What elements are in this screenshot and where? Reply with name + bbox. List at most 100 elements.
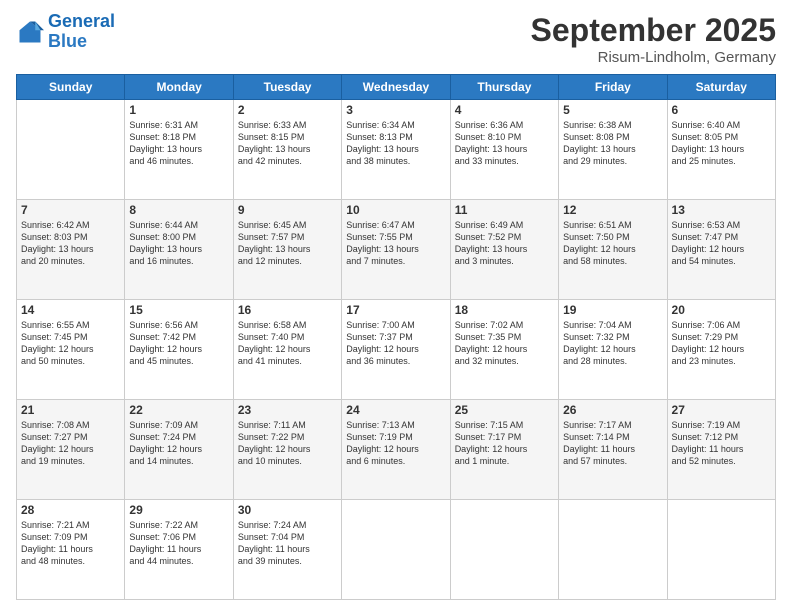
cell-info: Sunrise: 6:42 AM Sunset: 8:03 PM Dayligh…	[21, 219, 120, 268]
calendar-cell: 26Sunrise: 7:17 AM Sunset: 7:14 PM Dayli…	[559, 400, 667, 500]
calendar-cell: 21 Sunrise: 7:08 AM Sunset: 7:27 PM Dayli…	[17, 400, 125, 500]
day-number: 13	[672, 203, 771, 217]
day-number: 30	[238, 503, 337, 517]
calendar-cell: 3 Sunrise: 6:34 AM Sunset: 8:13 PM Daylig…	[342, 100, 450, 200]
cell-info: Sunrise: 6:33 AM Sunset: 8:15 PM Dayligh…	[238, 119, 337, 168]
calendar-cell: 6 Sunrise: 6:40 AM Sunset: 8:05 PM Daylig…	[667, 100, 775, 200]
cell-info: Sunrise: 6:44 AM Sunset: 8:00 PM Dayligh…	[129, 219, 228, 268]
day-number: 25	[455, 403, 554, 417]
cell-info: Sunrise: 6:31 AM Sunset: 8:18 PM Dayligh…	[129, 119, 228, 168]
calendar-cell: 5 Sunrise: 6:38 AM Sunset: 8:08 PM Daylig…	[559, 100, 667, 200]
cell-info: Sunrise: 7:22 AM Sunset: 7:06 PM Dayligh…	[129, 519, 228, 568]
cell-info: Sunrise: 6:40 AM Sunset: 8:05 PM Dayligh…	[672, 119, 771, 168]
day-number: 19	[563, 303, 662, 317]
cell-info: Sunrise: 7:06 AM Sunset: 7:29 PM Dayligh…	[672, 319, 771, 368]
calendar-cell: 10 Sunrise: 6:47 AM Sunset: 7:55 PM Dayli…	[342, 200, 450, 300]
day-number: 27	[672, 403, 771, 417]
cell-info: Sunrise: 6:49 AM Sunset: 7:52 PM Dayligh…	[455, 219, 554, 268]
day-number: 9	[238, 203, 337, 217]
calendar-cell: 27 Sunrise: 7:19 AM Sunset: 7:12 PM Dayli…	[667, 400, 775, 500]
day-number: 17	[346, 303, 445, 317]
calendar-cell	[450, 500, 558, 600]
calendar-cell: 7 Sunrise: 6:42 AM Sunset: 8:03 PM Daylig…	[17, 200, 125, 300]
day-header-wednesday: Wednesday	[342, 75, 450, 100]
calendar-cell	[667, 500, 775, 600]
day-header-friday: Friday	[559, 75, 667, 100]
day-number: 1	[129, 103, 228, 117]
calendar-cell: 28Sunrise: 7:21 AM Sunset: 7:09 PM Dayli…	[17, 500, 125, 600]
logo-text: General Blue	[48, 12, 115, 52]
calendar-cell: 11 Sunrise: 6:49 AM Sunset: 7:52 PM Dayli…	[450, 200, 558, 300]
day-header-monday: Monday	[125, 75, 233, 100]
cell-info: Sunrise: 7:02 AM Sunset: 7:35 PM Dayligh…	[455, 319, 554, 368]
logo-line1: General	[48, 11, 115, 31]
calendar-cell: 20 Sunrise: 7:06 AM Sunset: 7:29 PM Dayli…	[667, 300, 775, 400]
day-number: 16	[238, 303, 337, 317]
calendar-week-5: 28Sunrise: 7:21 AM Sunset: 7:09 PM Dayli…	[17, 500, 776, 600]
cell-info: Sunrise: 6:56 AM Sunset: 7:42 PM Dayligh…	[129, 319, 228, 368]
calendar-header-row: SundayMondayTuesdayWednesdayThursdayFrid…	[17, 75, 776, 100]
calendar-cell: 4 Sunrise: 6:36 AM Sunset: 8:10 PM Daylig…	[450, 100, 558, 200]
cell-info: Sunrise: 7:11 AM Sunset: 7:22 PM Dayligh…	[238, 419, 337, 468]
cell-info: Sunrise: 7:21 AM Sunset: 7:09 PM Dayligh…	[21, 519, 120, 568]
calendar-cell: 29 Sunrise: 7:22 AM Sunset: 7:06 PM Dayli…	[125, 500, 233, 600]
location: Risum-Lindholm, Germany	[531, 49, 776, 66]
day-number: 8	[129, 203, 228, 217]
cell-info: Sunrise: 6:36 AM Sunset: 8:10 PM Dayligh…	[455, 119, 554, 168]
day-number: 4	[455, 103, 554, 117]
calendar-cell	[17, 100, 125, 200]
cell-info: Sunrise: 6:55 AM Sunset: 7:45 PM Dayligh…	[21, 319, 120, 368]
calendar-week-4: 21 Sunrise: 7:08 AM Sunset: 7:27 PM Dayli…	[17, 400, 776, 500]
day-number: 22	[129, 403, 228, 417]
logo: General Blue	[16, 12, 115, 52]
calendar-cell: 12Sunrise: 6:51 AM Sunset: 7:50 PM Dayli…	[559, 200, 667, 300]
calendar-cell: 17Sunrise: 7:00 AM Sunset: 7:37 PM Dayli…	[342, 300, 450, 400]
day-header-sunday: Sunday	[17, 75, 125, 100]
day-number: 26	[563, 403, 662, 417]
calendar-cell: 14 Sunrise: 6:55 AM Sunset: 7:45 PM Dayli…	[17, 300, 125, 400]
cell-info: Sunrise: 6:47 AM Sunset: 7:55 PM Dayligh…	[346, 219, 445, 268]
cell-info: Sunrise: 7:04 AM Sunset: 7:32 PM Dayligh…	[563, 319, 662, 368]
calendar-cell: 19 Sunrise: 7:04 AM Sunset: 7:32 PM Dayli…	[559, 300, 667, 400]
day-number: 29	[129, 503, 228, 517]
day-number: 23	[238, 403, 337, 417]
calendar-cell: 25Sunrise: 7:15 AM Sunset: 7:17 PM Dayli…	[450, 400, 558, 500]
title-block: September 2025 Risum-Lindholm, Germany	[531, 12, 776, 66]
day-number: 18	[455, 303, 554, 317]
calendar-cell: 23 Sunrise: 7:11 AM Sunset: 7:22 PM Dayli…	[233, 400, 341, 500]
calendar-cell: 16Sunrise: 6:58 AM Sunset: 7:40 PM Dayli…	[233, 300, 341, 400]
cell-info: Sunrise: 7:09 AM Sunset: 7:24 PM Dayligh…	[129, 419, 228, 468]
calendar-cell: 8 Sunrise: 6:44 AM Sunset: 8:00 PM Daylig…	[125, 200, 233, 300]
day-number: 14	[21, 303, 120, 317]
page: General Blue September 2025 Risum-Lindho…	[0, 0, 792, 612]
cell-info: Sunrise: 6:45 AM Sunset: 7:57 PM Dayligh…	[238, 219, 337, 268]
day-number: 24	[346, 403, 445, 417]
calendar-cell	[559, 500, 667, 600]
day-number: 11	[455, 203, 554, 217]
day-number: 10	[346, 203, 445, 217]
calendar-cell: 15 Sunrise: 6:56 AM Sunset: 7:42 PM Dayli…	[125, 300, 233, 400]
month-title: September 2025	[531, 12, 776, 49]
header: General Blue September 2025 Risum-Lindho…	[16, 12, 776, 66]
day-number: 7	[21, 203, 120, 217]
cell-info: Sunrise: 7:08 AM Sunset: 7:27 PM Dayligh…	[21, 419, 120, 468]
day-number: 3	[346, 103, 445, 117]
calendar-cell: 1 Sunrise: 6:31 AM Sunset: 8:18 PM Daylig…	[125, 100, 233, 200]
day-number: 5	[563, 103, 662, 117]
cell-info: Sunrise: 6:38 AM Sunset: 8:08 PM Dayligh…	[563, 119, 662, 168]
day-number: 21	[21, 403, 120, 417]
day-number: 15	[129, 303, 228, 317]
day-number: 20	[672, 303, 771, 317]
cell-info: Sunrise: 7:19 AM Sunset: 7:12 PM Dayligh…	[672, 419, 771, 468]
calendar-cell: 30Sunrise: 7:24 AM Sunset: 7:04 PM Dayli…	[233, 500, 341, 600]
day-number: 6	[672, 103, 771, 117]
cell-info: Sunrise: 6:34 AM Sunset: 8:13 PM Dayligh…	[346, 119, 445, 168]
calendar-cell	[342, 500, 450, 600]
day-header-saturday: Saturday	[667, 75, 775, 100]
calendar-cell: 9 Sunrise: 6:45 AM Sunset: 7:57 PM Daylig…	[233, 200, 341, 300]
calendar-cell: 24Sunrise: 7:13 AM Sunset: 7:19 PM Dayli…	[342, 400, 450, 500]
day-number: 2	[238, 103, 337, 117]
day-header-thursday: Thursday	[450, 75, 558, 100]
logo-line2: Blue	[48, 31, 87, 51]
cell-info: Sunrise: 6:53 AM Sunset: 7:47 PM Dayligh…	[672, 219, 771, 268]
